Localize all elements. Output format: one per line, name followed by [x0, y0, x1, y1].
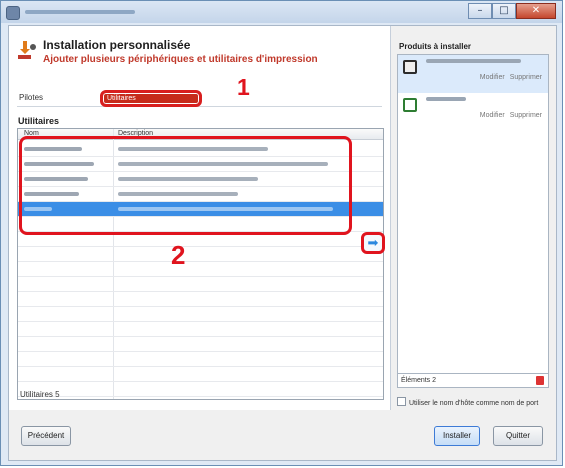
tab-utilitaires[interactable]: Utilitaires [100, 90, 202, 107]
client-area: Installation personnalisée Ajouter plusi… [8, 25, 557, 461]
page-subtitle: Ajouter plusieurs périphériques et utili… [43, 54, 318, 65]
quit-button[interactable]: Quitter [493, 426, 543, 446]
utilities-count: Utilitaires 5 [20, 390, 60, 399]
table-row-empty [18, 307, 383, 322]
elements-count-bar: Éléments 2 [397, 373, 549, 388]
tab-pilotes[interactable]: Pilotes [19, 93, 43, 102]
previous-button[interactable]: Précédent [21, 426, 71, 446]
page-title: Installation personnalisée [43, 38, 191, 52]
table-row-empty [18, 277, 383, 292]
modify-link[interactable]: Modifier [480, 112, 505, 119]
installer-window: – □ ✕ Installation personnalisée Ajouter… [0, 0, 563, 466]
utilities-section-label: Utilitaires [18, 116, 60, 126]
table-row-empty [18, 322, 383, 337]
close-button[interactable]: ✕ [516, 3, 556, 19]
product-item-printer[interactable]: Modifier Supprimer [398, 55, 548, 93]
tab-divider [17, 106, 382, 107]
left-pane: Installation personnalisée Ajouter plusi… [9, 26, 391, 410]
install-button[interactable]: Installer [434, 426, 480, 446]
table-row-empty [18, 292, 383, 307]
delete-link[interactable]: Supprimer [510, 74, 542, 81]
products-title: Produits à installer [399, 42, 472, 51]
product-name-redacted [426, 59, 521, 63]
product-name-redacted [426, 97, 466, 101]
hostname-option-label: Utiliser le nom d'hôte comme nom de port [409, 400, 539, 407]
table-row-empty [18, 262, 383, 277]
list-highlight [19, 136, 352, 235]
trash-icon[interactable] [536, 376, 544, 385]
product-item-utility[interactable]: Modifier Supprimer [398, 93, 548, 131]
product-actions: Modifier Supprimer [475, 112, 542, 119]
app-icon [6, 6, 20, 20]
right-pane: Produits à installer Modifier Supprimer M… [391, 26, 556, 410]
window-title-redacted [25, 10, 135, 14]
install-icon [18, 41, 36, 59]
title-bar: – □ ✕ [1, 1, 562, 23]
table-row-empty [18, 247, 383, 262]
table-row-empty [18, 352, 383, 367]
table-row-empty [18, 382, 383, 397]
modify-link[interactable]: Modifier [480, 74, 505, 81]
table-row-empty [18, 337, 383, 352]
elements-count: Éléments 2 [401, 377, 437, 384]
callout-1: 1 [237, 74, 250, 100]
hostname-checkbox[interactable] [397, 397, 406, 406]
products-list: Modifier Supprimer Modifier Supprimer [397, 54, 549, 384]
delete-link[interactable]: Supprimer [510, 112, 542, 119]
minimize-button[interactable]: – [468, 3, 492, 19]
table-row-empty [18, 367, 383, 382]
callout-2: 2 [171, 240, 186, 270]
window-controls: – □ ✕ [468, 3, 556, 19]
arrow-right-icon: ➡ [367, 235, 379, 250]
utility-window-icon [403, 98, 417, 112]
maximize-button[interactable]: □ [492, 3, 516, 19]
hostname-option[interactable]: Utiliser le nom d'hôte comme nom de port [397, 397, 538, 407]
product-actions: Modifier Supprimer [475, 74, 542, 81]
add-to-install-button[interactable]: ➡ [361, 232, 385, 254]
printer-icon [403, 60, 417, 74]
